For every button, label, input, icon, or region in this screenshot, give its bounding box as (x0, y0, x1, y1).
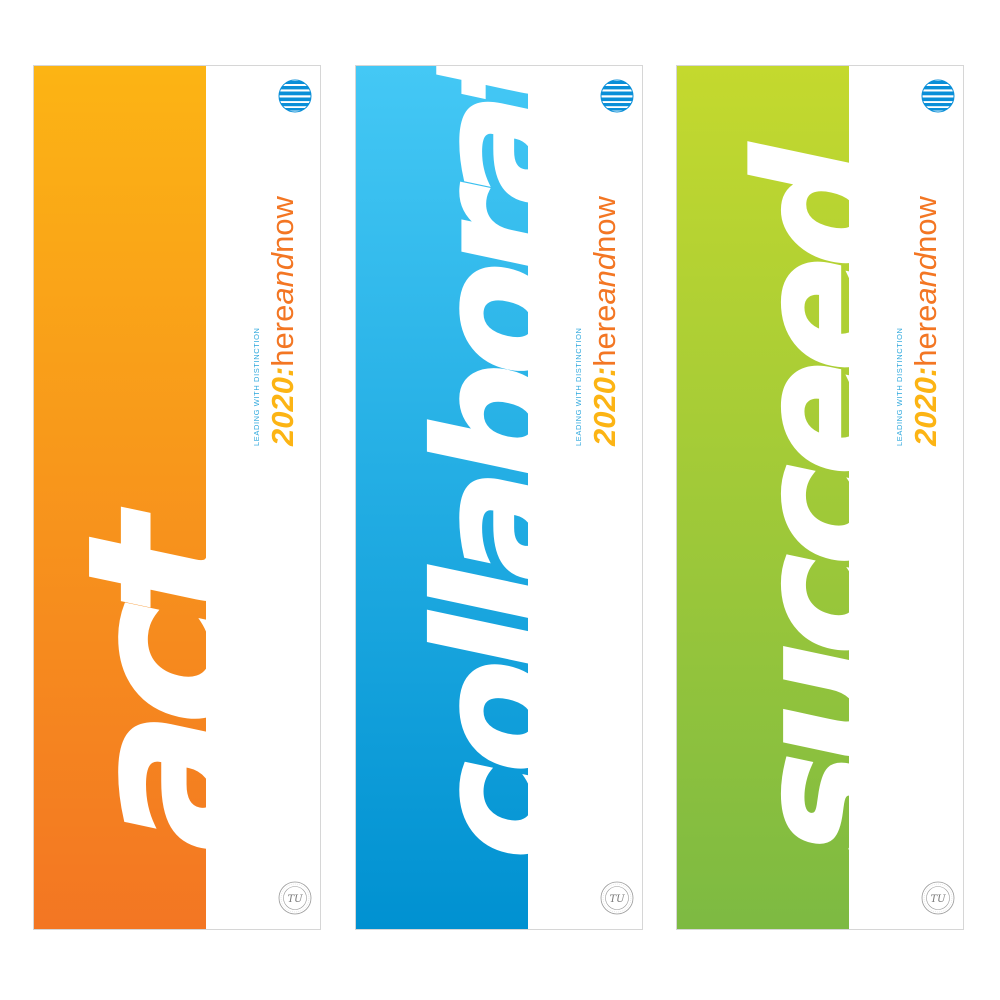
banner-act: act LEADING WITH DISTINCTION 2020:herean… (33, 65, 321, 930)
university-seal-icon: TU (600, 881, 634, 915)
subtitle: LEADING WITH DISTINCTION (574, 327, 583, 446)
headline-year: 2020: (587, 366, 622, 446)
headline-now: now (265, 196, 300, 253)
headline-year: 2020: (908, 366, 943, 446)
att-globe-icon (278, 79, 312, 113)
headline-and: and (908, 252, 943, 305)
svg-text:TU: TU (287, 894, 303, 905)
banner-word: collaborate (401, 65, 593, 878)
headline-here: here (265, 304, 300, 367)
banner-word: succeed (719, 131, 919, 874)
banner-succeed: succeed LEADING WITH DISTINCTION 2020:he… (676, 65, 964, 930)
headline: 2020:hereandnow (908, 196, 943, 446)
headline-and: and (265, 252, 300, 305)
banner-collaborate: collaborate LEADING WITH DISTINCTION 202… (355, 65, 643, 930)
university-seal-icon: TU (278, 881, 312, 915)
headline-now: now (908, 196, 943, 253)
headline-here: here (587, 304, 622, 367)
headline: 2020:hereandnow (587, 196, 622, 446)
headline-now: now (587, 196, 622, 253)
university-seal-icon: TU (921, 881, 955, 915)
headline-here: here (908, 304, 943, 367)
banner-word: act (44, 498, 286, 874)
headline-and: and (587, 252, 622, 305)
subtitle: LEADING WITH DISTINCTION (252, 327, 261, 446)
att-globe-icon (600, 79, 634, 113)
svg-text:TU: TU (930, 894, 946, 905)
svg-text:TU: TU (609, 894, 625, 905)
headline: 2020:hereandnow (265, 196, 300, 446)
att-globe-icon (921, 79, 955, 113)
subtitle: LEADING WITH DISTINCTION (895, 327, 904, 446)
headline-year: 2020: (265, 366, 300, 446)
